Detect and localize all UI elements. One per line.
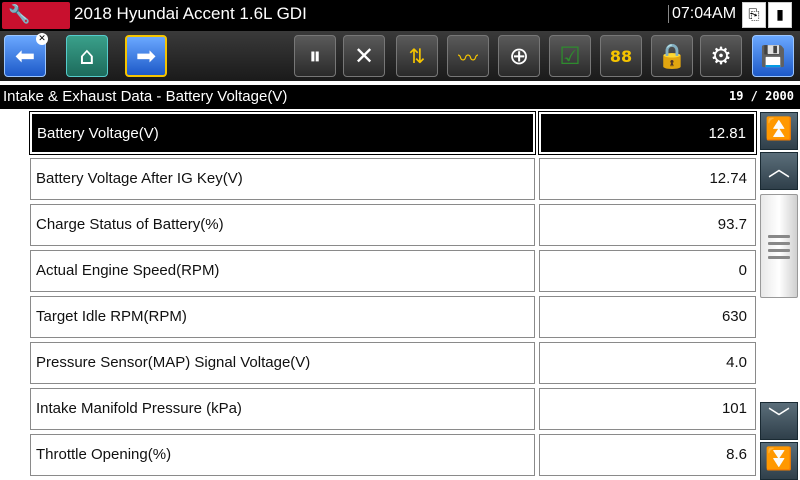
status-icons: ⎘ ▮ xyxy=(742,2,798,29)
parameter-value: 8.6 xyxy=(539,434,756,476)
units-icon: 88 xyxy=(609,46,633,66)
parameter-name: Pressure Sensor(MAP) Signal Voltage(V) xyxy=(30,342,535,384)
home-button[interactable]: ⌂ xyxy=(66,35,108,77)
parameter-value: 12.74 xyxy=(539,158,756,200)
parameter-name: Target Idle RPM(RPM) xyxy=(30,296,535,338)
parameter-name: Charge Status of Battery(%) xyxy=(30,204,535,246)
screen-header: Intake & Exhaust Data - Battery Voltage(… xyxy=(0,83,800,109)
zoom-button[interactable]: ⊕ xyxy=(498,35,540,77)
table-row[interactable]: Throttle Opening(%) 8.6 xyxy=(30,434,756,476)
settings-button[interactable]: ⚙ xyxy=(700,35,742,77)
grip-line xyxy=(768,256,790,259)
table-row[interactable]: Charge Status of Battery(%) 93.7 xyxy=(30,204,756,246)
table-row[interactable]: Actual Engine Speed(RPM) 0 xyxy=(30,250,756,292)
forward-button[interactable]: ➡ xyxy=(125,35,167,77)
scroll-thumb[interactable] xyxy=(760,194,798,298)
back-button[interactable]: ⬅ ✕ xyxy=(4,33,48,77)
grip-line xyxy=(768,242,790,245)
toolbar: ⬅ ✕ ⌂ ➡ ⏸ ✕ ⇅ 〰 ⊕ ☑ 88 🔒 ⚙ 💾 xyxy=(0,31,800,81)
scroll-up-button[interactable]: ︿ xyxy=(760,152,798,190)
parameter-value: 101 xyxy=(539,388,756,430)
page-title: Intake & Exhaust Data - Battery Voltage(… xyxy=(3,88,288,105)
scroll-down-button[interactable]: ﹀ xyxy=(760,402,798,440)
scanner-logo-icon: 🔧 xyxy=(8,4,31,25)
clock: 07:04AM xyxy=(668,5,736,23)
chevron-up-icon: ︿ xyxy=(767,157,790,182)
units-button[interactable]: 88 xyxy=(600,35,642,77)
vehicle-title: 2018 Hyundai Accent 1.6L GDI xyxy=(74,4,307,23)
sort-button[interactable]: ⇅ xyxy=(396,35,438,77)
save-button[interactable]: 💾 xyxy=(752,35,794,77)
zoom-icon: ⊕ xyxy=(508,42,530,70)
double-chevron-down-icon: ⏬ xyxy=(765,447,793,472)
parameter-name: Actual Engine Speed(RPM) xyxy=(30,250,535,292)
title-bar: 🔧 2018 Hyundai Accent 1.6L GDI 07:04AM ⎘… xyxy=(0,0,800,31)
scrollbar[interactable]: ⏫ ︿ ﹀ ⏬ xyxy=(760,112,800,480)
grip-line xyxy=(768,235,790,238)
forward-arrow-icon: ➡ xyxy=(135,42,157,70)
table-row[interactable]: Intake Manifold Pressure (kPa) 101 xyxy=(30,388,756,430)
chevron-down-icon: ﹀ xyxy=(767,407,790,432)
gear-icon: ⚙ xyxy=(710,42,732,70)
home-icon: ⌂ xyxy=(79,42,95,70)
lock-icon: 🔒 xyxy=(657,42,687,70)
item-counter: 19 / 2000 xyxy=(728,89,794,103)
pause-icon: ⏸ xyxy=(309,42,321,70)
scroll-top-button[interactable]: ⏫ xyxy=(760,112,798,150)
parameter-name: Battery Voltage(V) xyxy=(29,111,536,155)
clear-button[interactable]: ✕ xyxy=(343,35,385,77)
close-icon: ✕ xyxy=(353,42,375,70)
parameter-name: Throttle Opening(%) xyxy=(30,434,535,476)
pause-button[interactable]: ⏸ xyxy=(294,35,336,77)
save-icon: 💾 xyxy=(760,44,786,68)
grip-line xyxy=(768,249,790,252)
connection-icon: ⎘ xyxy=(742,2,766,28)
graph-icon: 〰 xyxy=(458,45,478,70)
table-row[interactable]: Battery Voltage(V) 12.81 xyxy=(29,111,757,155)
header-divider xyxy=(0,83,800,85)
back-arrow-icon: ⬅ xyxy=(14,42,36,70)
parameter-value: 93.7 xyxy=(539,204,756,246)
battery-icon: ▮ xyxy=(768,2,792,28)
parameter-value: 630 xyxy=(539,296,756,338)
sort-icon: ⇅ xyxy=(408,44,426,68)
parameter-value: 4.0 xyxy=(539,342,756,384)
select-button[interactable]: ☑ xyxy=(549,35,591,77)
close-badge-icon: ✕ xyxy=(36,33,48,45)
table-row[interactable]: Battery Voltage After IG Key(V) 12.74 xyxy=(30,158,756,200)
parameter-value: 0 xyxy=(539,250,756,292)
table-row[interactable]: Target Idle RPM(RPM) 630 xyxy=(30,296,756,338)
scroll-bottom-button[interactable]: ⏬ xyxy=(760,442,798,480)
graph-button[interactable]: 〰 xyxy=(447,35,489,77)
app-logo[interactable]: 🔧 xyxy=(2,2,70,29)
table-row[interactable]: Pressure Sensor(MAP) Signal Voltage(V) 4… xyxy=(30,342,756,384)
parameter-name: Intake Manifold Pressure (kPa) xyxy=(30,388,535,430)
parameter-name: Battery Voltage After IG Key(V) xyxy=(30,158,535,200)
checkmark-icon: ☑ xyxy=(559,42,581,70)
lock-button[interactable]: 🔒 xyxy=(651,35,693,77)
double-chevron-up-icon: ⏫ xyxy=(765,117,793,142)
parameter-value: 12.81 xyxy=(538,111,757,155)
